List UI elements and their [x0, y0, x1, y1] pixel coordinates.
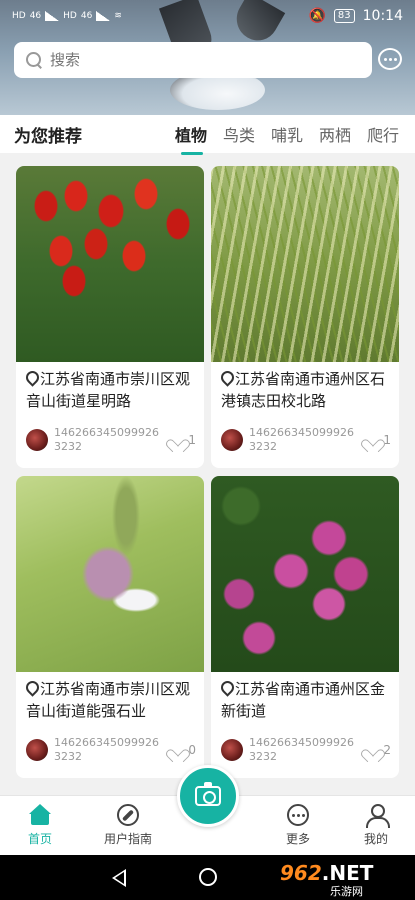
avatar[interactable] [26, 739, 48, 761]
more-icon [287, 804, 309, 826]
tab-birds[interactable]: 鸟类 [215, 122, 263, 146]
user-icon [365, 804, 390, 828]
card-meta: 1462663450999263232 2 [221, 734, 391, 766]
wifi-icon: ≋ [114, 11, 122, 21]
search-icon [26, 52, 42, 68]
card-location: 江苏省南通市通州区石港镇志田校北路 [211, 362, 399, 412]
message-icon[interactable] [378, 48, 402, 70]
nav-guide-label: 用户指南 [103, 832, 152, 846]
mute-icon: 🔕 [308, 8, 326, 24]
signal-indicators: HD 46 HD 46 ≋ [12, 11, 122, 21]
location-text: 江苏省南通市通州区石港镇志田校北路 [221, 370, 386, 410]
username: 1462663450999263232 [54, 426, 159, 453]
location-text: 江苏省南通市崇川区观音山街道能强石业 [26, 680, 191, 720]
like-button[interactable]: 2 [365, 743, 391, 757]
variegated-grass-photo[interactable] [211, 166, 399, 362]
tab-plants[interactable]: 植物 [167, 122, 215, 155]
nav-home[interactable]: 首页 [0, 804, 80, 847]
card-meta: 1462663450999263232 1 [26, 424, 196, 456]
signal-icon [45, 11, 60, 21]
location-text: 江苏省南通市崇川区观音山街道星明路 [26, 370, 191, 410]
card-location: 江苏省南通市通州区金新街道 [211, 672, 399, 722]
nav-more-label: 更多 [285, 832, 310, 846]
nav-more[interactable]: 更多 [258, 804, 338, 847]
nav-mine[interactable]: 我的 [336, 804, 415, 847]
watermark-subtitle: 乐游网 [330, 885, 363, 898]
username: 1462663450999263232 [54, 736, 159, 763]
like-button[interactable]: 0 [170, 743, 196, 757]
back-icon[interactable] [112, 869, 126, 887]
avatar[interactable] [221, 429, 243, 451]
section-title: 为您推荐 [14, 126, 82, 147]
avatar[interactable] [221, 739, 243, 761]
pea-flower-photo[interactable] [16, 476, 204, 672]
battery-indicator: 83 [333, 9, 355, 23]
username: 1462663450999263232 [249, 426, 354, 453]
card-location: 江苏省南通市崇川区观音山街道星明路 [16, 362, 204, 412]
network-label: 46 [80, 11, 93, 21]
nav-mine-label: 我的 [363, 832, 388, 846]
signal-icon [96, 11, 111, 21]
species-card[interactable]: 江苏省南通市崇川区观音山街道能强石业 1462663450999263232 0 [16, 476, 204, 778]
card-meta: 1462663450999263232 1 [221, 424, 391, 456]
watermark-logo: 962.NET 乐游网 [280, 861, 410, 898]
like-button[interactable]: 1 [365, 433, 391, 447]
species-card[interactable]: 江苏省南通市通州区石港镇志田校北路 1462663450999263232 1 [211, 166, 399, 468]
watermark-domain: .NET [321, 861, 374, 885]
tab-reptiles[interactable]: 爬行 [359, 122, 407, 146]
search-bar[interactable] [14, 42, 372, 78]
card-meta: 1462663450999263232 0 [26, 734, 196, 766]
avatar[interactable] [26, 429, 48, 451]
watermark-number: 962 [280, 861, 322, 885]
home-circle-icon[interactable] [199, 868, 217, 886]
red-tulips-photo[interactable] [16, 166, 204, 362]
status-bar: HD 46 HD 46 ≋ 🔕 83 10:14 [0, 0, 415, 32]
tab-amphibians[interactable]: 两栖 [311, 122, 359, 146]
camera-icon [195, 782, 221, 806]
pink-oxalis-photo[interactable] [211, 476, 399, 672]
tab-mammals[interactable]: 哺乳 [263, 122, 311, 146]
card-location: 江苏省南通市崇川区观音山街道能强石业 [16, 672, 204, 722]
home-icon [29, 804, 51, 826]
system-nav-bar: 962.NET 乐游网 [0, 855, 415, 900]
username: 1462663450999263232 [249, 736, 354, 763]
hd-label: HD [12, 11, 26, 21]
heart-icon [170, 744, 184, 756]
heart-icon [365, 434, 379, 446]
heart-icon [170, 434, 184, 446]
camera-button[interactable] [177, 765, 239, 827]
species-card[interactable]: 江苏省南通市通州区金新街道 1462663450999263232 2 [211, 476, 399, 778]
network-label: 46 [29, 11, 42, 21]
heart-icon [365, 744, 379, 756]
location-pin-icon [26, 681, 37, 695]
like-button[interactable]: 1 [170, 433, 196, 447]
hd-label: HD [63, 11, 77, 21]
location-pin-icon [221, 681, 232, 695]
search-input[interactable] [50, 51, 350, 69]
location-pin-icon [221, 371, 232, 385]
nav-guide[interactable]: 用户指南 [88, 804, 168, 847]
category-bar: 为您推荐 植物 鸟类 哺乳 两栖 爬行 [0, 115, 415, 155]
category-tabs: 植物 鸟类 哺乳 两栖 爬行 [167, 122, 415, 155]
nav-home-label: 首页 [27, 832, 52, 846]
location-text: 江苏省南通市通州区金新街道 [221, 680, 386, 720]
location-pin-icon [26, 371, 37, 385]
compass-icon [117, 804, 139, 826]
species-card[interactable]: 江苏省南通市崇川区观音山街道星明路 1462663450999263232 1 [16, 166, 204, 468]
clock: 10:14 [362, 8, 403, 24]
